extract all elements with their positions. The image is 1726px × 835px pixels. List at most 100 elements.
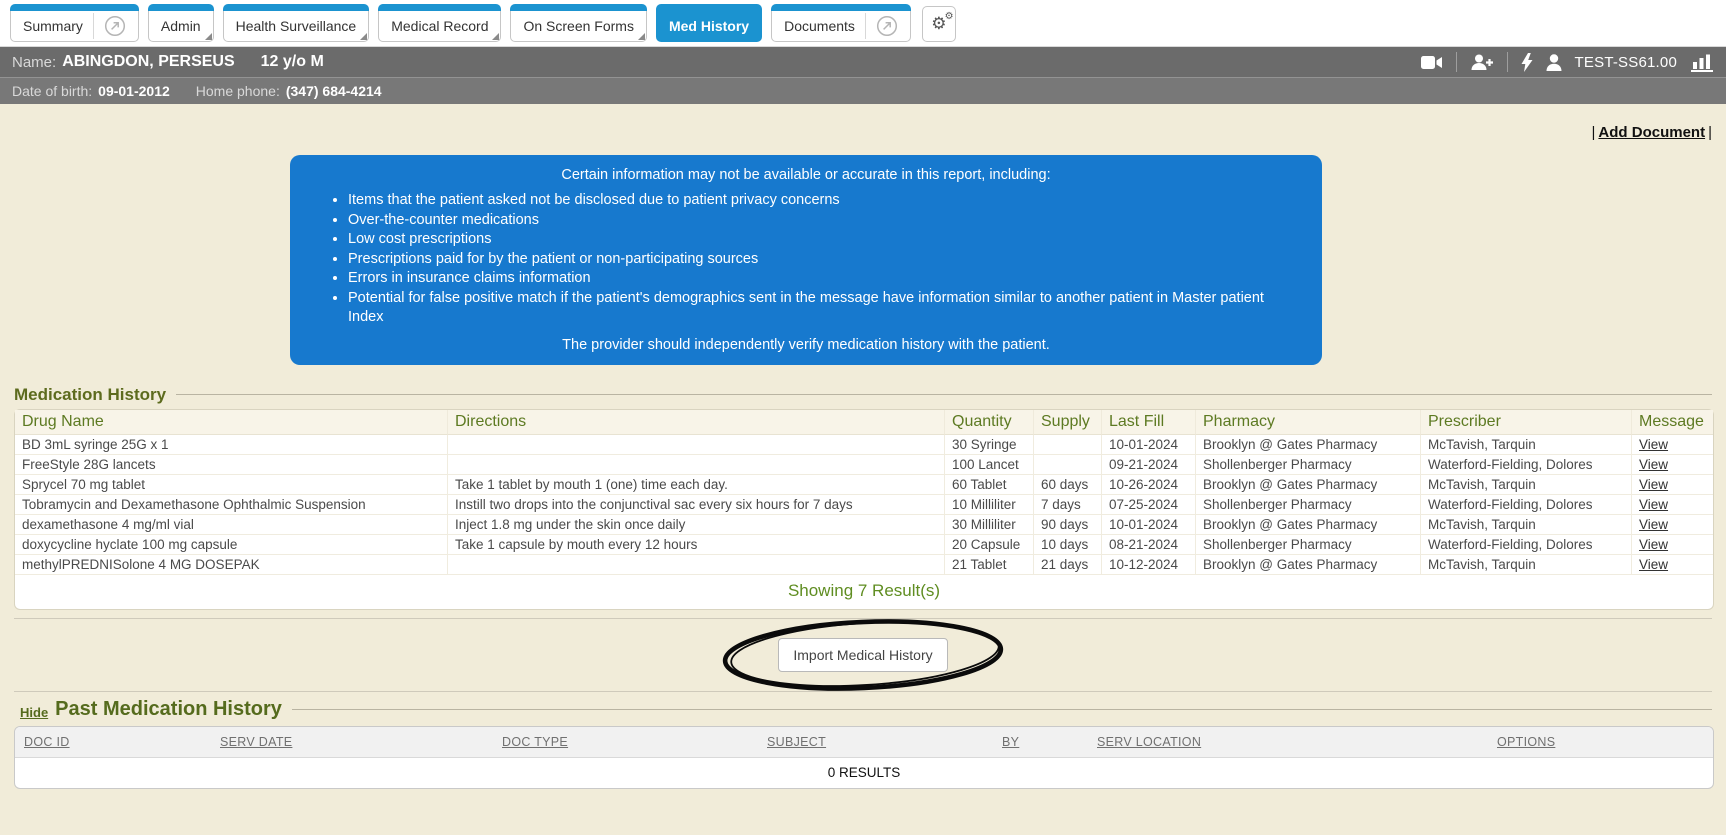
open-external-icon[interactable] <box>865 13 898 39</box>
cell-directions <box>448 435 945 455</box>
cell-message: View <box>1632 515 1713 535</box>
notice-bullet: Prescriptions paid for by the patient or… <box>348 250 1300 270</box>
patient-header-bar: Name: ABINGDON, PERSEUS 12 y/o M TEST-SS… <box>0 47 1726 78</box>
tab-documents[interactable]: Documents <box>771 5 911 42</box>
cell-pharmacy: Shollenberger Pharmacy <box>1196 455 1421 475</box>
add-document-link[interactable]: Add Document <box>1598 124 1705 141</box>
add-person-icon[interactable] <box>1470 54 1494 71</box>
table-row: Sprycel 70 mg tablet Take 1 tablet by mo… <box>15 475 1713 495</box>
tab-med-history[interactable]: Med History <box>656 5 762 42</box>
phone-label: Home phone: <box>196 83 280 99</box>
tab-summary[interactable]: Summary <box>10 5 139 42</box>
past-section-title: Past Medication History <box>55 698 282 721</box>
notice-bullet-list: Items that the patient asked not be disc… <box>326 191 1300 328</box>
lightning-bolt-icon[interactable] <box>1521 53 1533 72</box>
cell-quantity: 30 Milliliter <box>945 515 1034 535</box>
notice-bullet: Over-the-counter medications <box>348 211 1300 231</box>
tab-label: Med History <box>669 18 749 34</box>
view-message-link[interactable]: View <box>1639 457 1668 472</box>
view-message-link[interactable]: View <box>1639 437 1668 452</box>
cell-pharmacy: Shollenberger Pharmacy <box>1196 535 1421 555</box>
view-message-link[interactable]: View <box>1639 537 1668 552</box>
table-header-row: Drug Name Directions Quantity Supply Las… <box>15 410 1713 435</box>
cell-supply: 60 days <box>1034 475 1102 495</box>
table-row: dexamethasone 4 mg/ml vial Inject 1.8 mg… <box>15 515 1713 535</box>
cell-supply <box>1034 455 1102 475</box>
table-row: FreeStyle 28G lancets 100 Lancet 09-21-2… <box>15 455 1713 475</box>
patient-age-sex: 12 y/o M <box>261 53 324 71</box>
col-header-supply: Supply <box>1034 410 1102 435</box>
view-message-link[interactable]: View <box>1639 497 1668 512</box>
empty-results-row: 0 RESULTS <box>15 758 1713 788</box>
sortable-header-link[interactable]: DOC ID <box>24 735 70 749</box>
tab-label: Medical Record <box>391 18 488 34</box>
view-message-link[interactable]: View <box>1639 517 1668 532</box>
cell-supply: 21 days <box>1034 555 1102 575</box>
sortable-header-link[interactable]: SERV LOCATION <box>1097 735 1201 749</box>
user-icon[interactable] <box>1546 54 1562 71</box>
col-header-options: OPTIONS <box>1488 727 1713 758</box>
cell-pharmacy: Brooklyn @ Gates Pharmacy <box>1196 475 1421 495</box>
cell-drug: FreeStyle 28G lancets <box>15 455 448 475</box>
cell-prescriber: Waterford-Fielding, Dolores <box>1421 455 1632 475</box>
import-area: Import Medical History <box>14 619 1712 691</box>
open-external-icon[interactable] <box>93 13 126 39</box>
sortable-header-link[interactable]: SERV DATE <box>220 735 292 749</box>
patient-dob: 09-01-2012 <box>98 83 170 99</box>
patient-phone: (347) 684-4214 <box>286 83 382 99</box>
tab-health-surveillance[interactable]: Health Surveillance <box>223 5 370 42</box>
cell-quantity: 30 Syringe <box>945 435 1034 455</box>
col-header-message: Message <box>1632 410 1713 435</box>
cell-last-fill: 10-01-2024 <box>1102 435 1196 455</box>
pipe: | <box>1708 124 1712 141</box>
cell-drug: doxycycline hyclate 100 mg capsule <box>15 535 448 555</box>
name-label: Name: <box>12 54 56 71</box>
result-count-row: Showing 7 Result(s) <box>15 575 1713 609</box>
cell-pharmacy: Brooklyn @ Gates Pharmacy <box>1196 515 1421 535</box>
privacy-notice-box: Certain information may not be available… <box>290 155 1322 365</box>
cell-last-fill: 08-21-2024 <box>1102 535 1196 555</box>
cell-last-fill: 10-01-2024 <box>1102 515 1196 535</box>
video-camera-icon[interactable] <box>1421 55 1443 70</box>
tab-label: Documents <box>784 18 855 34</box>
cell-quantity: 20 Capsule <box>945 535 1034 555</box>
cell-quantity: 100 Lancet <box>945 455 1034 475</box>
bar-chart-icon[interactable] <box>1690 53 1714 72</box>
hide-link[interactable]: Hide <box>20 705 48 720</box>
cell-prescriber: Waterford-Fielding, Dolores <box>1421 495 1632 515</box>
view-message-link[interactable]: View <box>1639 477 1668 492</box>
cell-message: View <box>1632 535 1713 555</box>
medication-history-table: Drug Name Directions Quantity Supply Las… <box>14 409 1714 610</box>
cell-directions: Take 1 capsule by mouth every 12 hours <box>448 535 945 555</box>
cell-supply: 10 days <box>1034 535 1102 555</box>
notice-bullet: Items that the patient asked not be disc… <box>348 191 1300 211</box>
cell-directions: Inject 1.8 mg under the skin once daily <box>448 515 945 535</box>
open-external-icon <box>104 15 126 37</box>
sortable-header-link[interactable]: OPTIONS <box>1497 735 1555 749</box>
cell-directions <box>448 455 945 475</box>
sortable-header-link[interactable]: DOC TYPE <box>502 735 568 749</box>
import-medical-history-button[interactable]: Import Medical History <box>778 638 947 672</box>
sortable-header-link[interactable]: SUBJECT <box>767 735 826 749</box>
tab-admin[interactable]: Admin <box>148 5 214 42</box>
tab-label: Health Surveillance <box>236 18 357 34</box>
dob-label: Date of birth: <box>12 83 92 99</box>
page-content: |Add Document| Certain information may n… <box>0 124 1726 789</box>
medication-history-section-head: Medication History <box>14 385 1712 405</box>
settings-gear-button[interactable]: ⚙⚙ <box>922 6 956 42</box>
cell-last-fill: 07-25-2024 <box>1102 495 1196 515</box>
cell-message: View <box>1632 555 1713 575</box>
tab-label: Summary <box>23 18 83 34</box>
view-message-link[interactable]: View <box>1639 557 1668 572</box>
tab-medical-record[interactable]: Medical Record <box>378 5 501 42</box>
sortable-header-link[interactable]: BY <box>1002 735 1019 749</box>
cell-drug: BD 3mL syringe 25G x 1 <box>15 435 448 455</box>
cell-last-fill: 10-12-2024 <box>1102 555 1196 575</box>
cell-drug: Sprycel 70 mg tablet <box>15 475 448 495</box>
table-row: BD 3mL syringe 25G x 1 30 Syringe 10-01-… <box>15 435 1713 455</box>
notice-bullet: Potential for false positive match if th… <box>348 289 1300 328</box>
col-header-pharmacy: Pharmacy <box>1196 410 1421 435</box>
col-header-last-fill: Last Fill <box>1102 410 1196 435</box>
col-header-drug-name: Drug Name <box>15 410 448 435</box>
tab-on-screen-forms[interactable]: On Screen Forms <box>510 5 646 42</box>
